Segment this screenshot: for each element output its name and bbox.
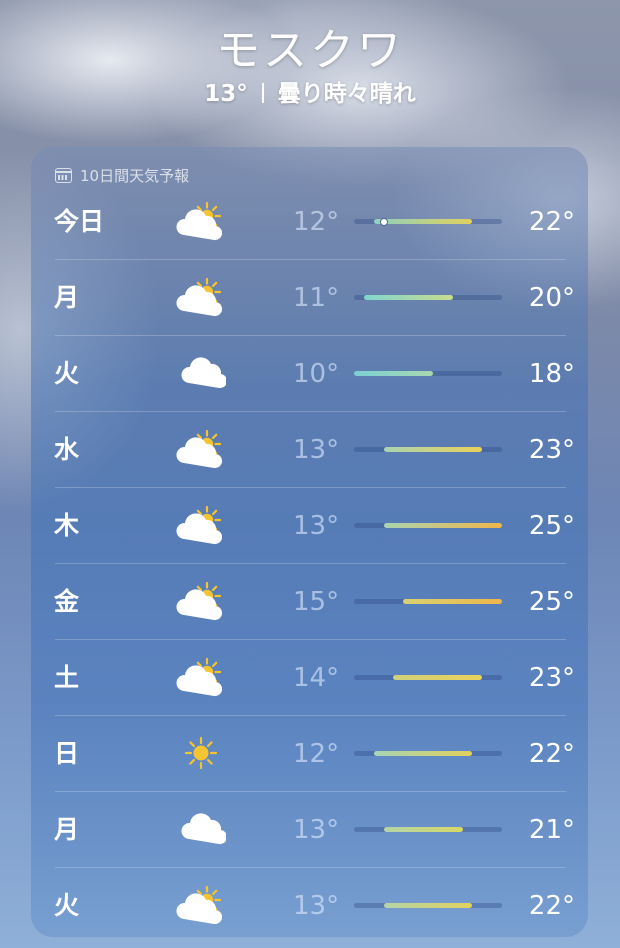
day-label: 水 (54, 435, 80, 464)
low-temperature: 15° (293, 587, 340, 617)
forecast-row[interactable]: 月 13° 21° (31, 792, 588, 868)
temperature-range-bar (383, 827, 463, 832)
cloud-icon (176, 351, 228, 395)
temperature-range-track (354, 903, 502, 908)
partly-cloudy-icon (176, 427, 226, 471)
forecast-row[interactable]: 今日 12° 22° (31, 184, 588, 260)
sun-icon (176, 731, 226, 775)
temperature-range-track (354, 217, 502, 226)
separator (261, 83, 264, 103)
partly-cloudy-icon (176, 883, 226, 927)
low-temperature: 13° (293, 511, 340, 541)
temperature-range-track (354, 295, 502, 300)
temperature-range-bar (373, 751, 473, 756)
high-temperature: 18° (528, 359, 575, 389)
current-temperature: 13° (204, 81, 248, 107)
high-temperature: 21° (528, 815, 575, 845)
current-temperature-dot (379, 217, 388, 226)
low-temperature: 13° (293, 435, 340, 465)
high-temperature: 25° (528, 587, 575, 617)
low-temperature: 11° (293, 283, 340, 313)
high-temperature: 22° (528, 739, 575, 769)
forecast-card-header: 10日間天気予報 (55, 165, 189, 186)
day-label: 金 (54, 587, 80, 616)
low-temperature: 12° (293, 739, 340, 769)
forecast-row[interactable]: 火 10° 18° (31, 336, 588, 412)
temperature-range-track (354, 827, 502, 832)
partly-cloudy-icon (176, 503, 226, 547)
day-label: 火 (54, 359, 80, 388)
partly-cloudy-icon (176, 579, 226, 623)
day-label: 月 (54, 283, 80, 312)
day-label: 木 (54, 511, 80, 540)
temperature-range-bar (373, 219, 473, 224)
temperature-range-bar (383, 523, 502, 528)
temperature-range-track (354, 599, 502, 604)
day-label: 火 (54, 891, 80, 920)
high-temperature: 25° (528, 511, 575, 541)
calendar-icon (55, 168, 72, 183)
high-temperature: 22° (528, 891, 575, 921)
temperature-range-track (354, 675, 502, 680)
high-temperature: 23° (528, 435, 575, 465)
high-temperature: 20° (528, 283, 575, 313)
low-temperature: 12° (293, 207, 340, 237)
temperature-range-bar (383, 447, 483, 452)
cloud-icon (176, 807, 228, 851)
temperature-range-bar (383, 903, 473, 908)
city-name: モスクワ (216, 25, 404, 76)
current-summary: 13° 曇り時々晴れ (0, 74, 620, 108)
partly-cloudy-icon (176, 275, 226, 319)
forecast-row[interactable]: 土 14° 23° (31, 640, 588, 716)
forecast-row[interactable]: 金 15° 25° (31, 564, 588, 640)
temperature-range-bar (354, 371, 433, 376)
forecast-row[interactable]: 木 13° 25° (31, 488, 588, 564)
temperature-range-track (354, 523, 502, 528)
low-temperature: 13° (293, 815, 340, 845)
forecast-row[interactable]: 水 13° 23° (31, 412, 588, 488)
high-temperature: 23° (528, 663, 575, 693)
low-temperature: 13° (293, 891, 340, 921)
day-label: 月 (54, 815, 80, 844)
low-temperature: 10° (293, 359, 340, 389)
forecast-row[interactable]: 日 12° 22° (31, 716, 588, 792)
temperature-range-track (354, 371, 502, 376)
forecast-card-title: 10日間天気予報 (80, 167, 190, 185)
low-temperature: 14° (293, 663, 340, 693)
day-label: 土 (54, 663, 80, 692)
high-temperature: 22° (528, 207, 575, 237)
forecast-row[interactable]: 火 13° 22° (31, 868, 588, 937)
temperature-range-track (354, 447, 502, 452)
temperature-range-track (354, 751, 502, 756)
day-label: 今日 (54, 207, 105, 236)
forecast-row[interactable]: 月 11° 20° (31, 260, 588, 336)
partly-cloudy-icon (176, 199, 226, 243)
temperature-range-bar (403, 599, 502, 604)
day-label: 日 (54, 739, 80, 768)
temperature-range-bar (393, 675, 483, 680)
temperature-range-bar (363, 295, 453, 300)
current-condition: 曇り時々晴れ (277, 81, 416, 107)
ten-day-forecast-card[interactable]: 10日間天気予報 今日 12° 22° 月 11° 20° 火 10° 18° 水 13° 23° 木 1… (31, 147, 588, 937)
partly-cloudy-icon (176, 655, 226, 699)
